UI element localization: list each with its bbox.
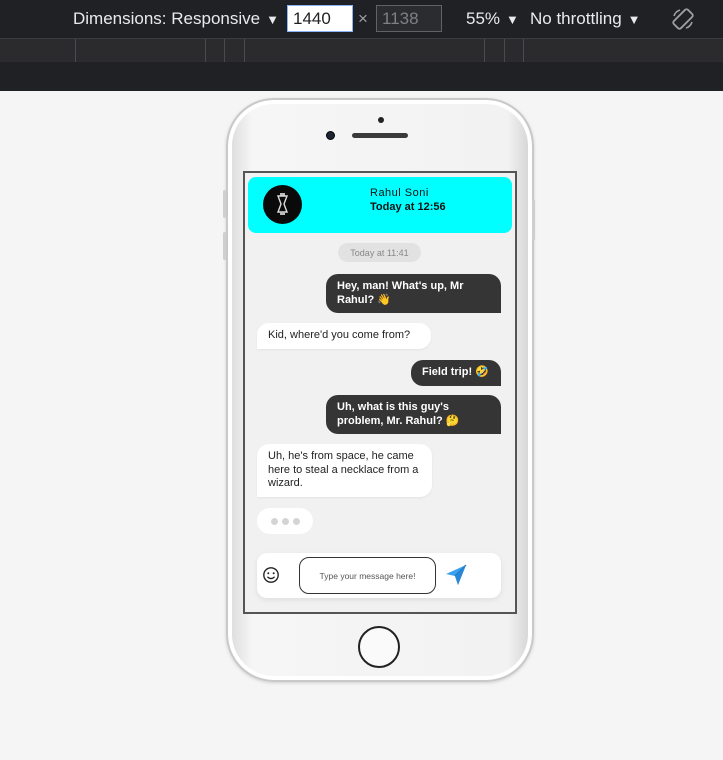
caret-down-icon: ▼ xyxy=(627,11,641,27)
message-input[interactable] xyxy=(299,557,436,594)
front-sensor xyxy=(378,117,384,123)
dimensions-dropdown[interactable]: Dimensions: Responsive ▼ xyxy=(73,0,279,38)
contact-status: Today at 12:56 xyxy=(370,201,446,213)
devtools-device-toolbar: Dimensions: Responsive ▼ 1440 × 1138 55%… xyxy=(0,0,723,38)
smiley-icon[interactable] xyxy=(262,566,280,584)
typing-dot xyxy=(270,517,278,525)
message-outgoing: Field trip! 🤣 xyxy=(411,360,501,386)
media-query-segment[interactable] xyxy=(524,39,723,62)
media-query-segment[interactable] xyxy=(76,39,206,62)
caret-down-icon: ▼ xyxy=(266,11,279,27)
throttling-dropdown[interactable]: No throttling ▼ xyxy=(530,0,641,38)
typing-dot xyxy=(292,517,300,525)
zoom-label: 55% xyxy=(466,9,501,28)
device-ruler xyxy=(0,62,723,91)
message-incoming: Kid, where'd you come from? xyxy=(257,323,431,349)
zoom-dropdown[interactable]: 55% ▼ xyxy=(466,0,519,38)
phone-screen: Rahul Soni Today at 12:56 Today at 11:41… xyxy=(243,171,517,614)
volume-button xyxy=(223,190,226,218)
volume-button xyxy=(223,232,226,260)
paper-plane-icon[interactable] xyxy=(444,563,468,587)
rotate-icon[interactable] xyxy=(671,7,695,31)
media-query-segment[interactable] xyxy=(206,39,225,62)
power-button xyxy=(532,200,535,240)
media-query-segment[interactable] xyxy=(245,39,485,62)
home-button[interactable] xyxy=(358,626,400,668)
media-query-segment[interactable] xyxy=(225,39,245,62)
media-query-segment[interactable] xyxy=(505,39,524,62)
message-outgoing: Hey, man! What's up, Mr Rahul? 👋 xyxy=(326,274,501,313)
throttling-label: No throttling xyxy=(530,9,622,28)
message-outgoing: Uh, what is this guy's problem, Mr. Rahu… xyxy=(326,395,501,434)
times-separator: × xyxy=(358,9,368,28)
height-input[interactable]: 1138 xyxy=(376,5,442,32)
date-separator: Today at 11:41 xyxy=(338,243,421,262)
earpiece-speaker xyxy=(352,133,408,138)
front-camera-icon xyxy=(326,131,335,140)
contact-name: Rahul Soni xyxy=(370,187,429,199)
media-query-segment[interactable] xyxy=(0,39,76,62)
avatar-icon[interactable] xyxy=(263,185,302,224)
media-query-bar[interactable] xyxy=(0,38,723,62)
width-input[interactable]: 1440 xyxy=(287,5,353,32)
typing-dot xyxy=(281,517,289,525)
dimensions-label: Dimensions: Responsive xyxy=(73,9,261,28)
typing-indicator xyxy=(257,508,313,534)
media-query-segment[interactable] xyxy=(485,39,505,62)
message-composer xyxy=(257,553,501,598)
message-incoming: Uh, he's from space, he came here to ste… xyxy=(257,444,432,497)
caret-down-icon: ▼ xyxy=(506,11,519,27)
chat-header: Rahul Soni Today at 12:56 xyxy=(248,177,512,233)
